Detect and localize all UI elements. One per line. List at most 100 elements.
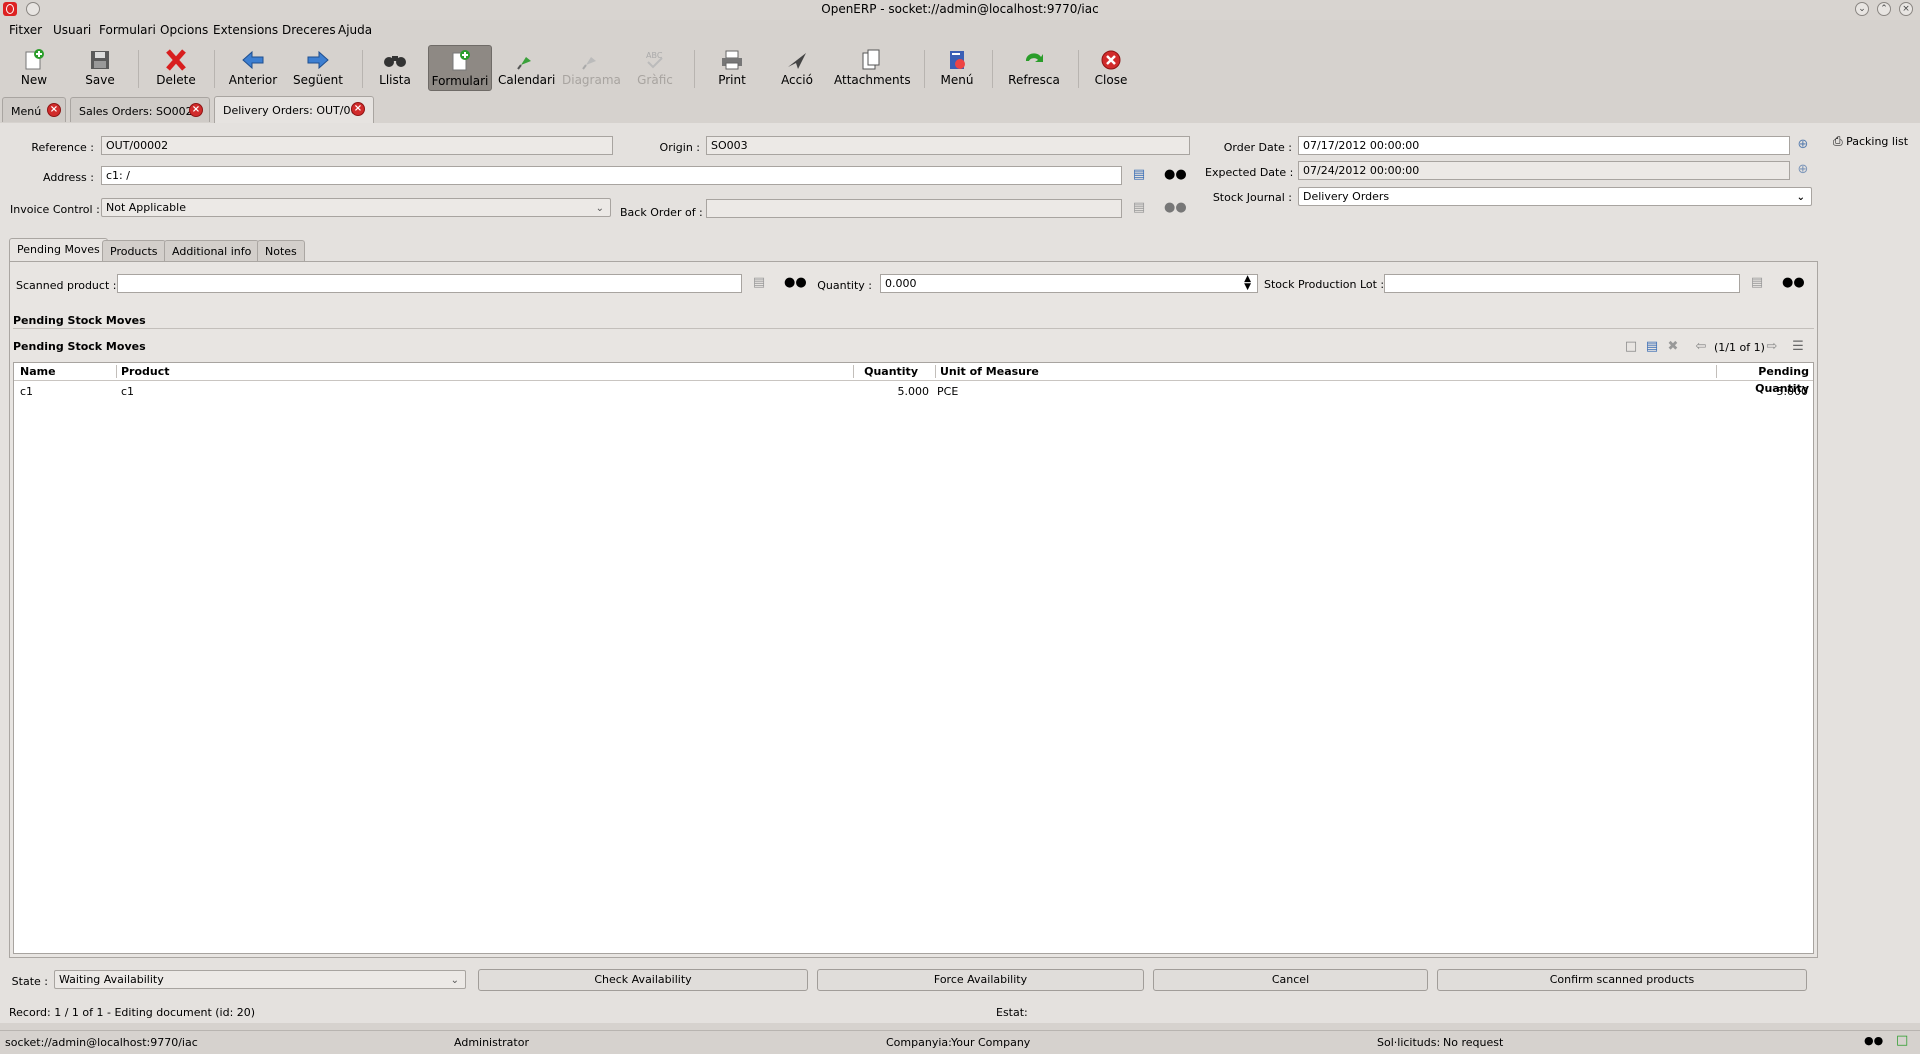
- binoculars-icon: [384, 56, 406, 67]
- list-view-button[interactable]: Llista: [374, 45, 416, 91]
- origin-field[interactable]: SO003: [706, 136, 1190, 155]
- diagram-view-button[interactable]: Diagrama: [562, 45, 621, 91]
- column-quantity[interactable]: Quantity: [858, 363, 918, 380]
- expected-date-field[interactable]: 07/24/2012 00:00:00: [1298, 161, 1790, 180]
- stock-journal-select[interactable]: Delivery Orders ⌄: [1298, 187, 1812, 206]
- window-title: OpenERP - socket://admin@localhost:9770/…: [821, 2, 1099, 16]
- search-binoculars-icon[interactable]: ●●: [1782, 275, 1805, 291]
- column-pending-quantity[interactable]: Pending Quantity: [1721, 363, 1809, 395]
- origin-label: Origin :: [659, 141, 700, 154]
- tab-menu[interactable]: Menú ×: [2, 97, 66, 122]
- packing-list-button[interactable]: ⎙ Packing list: [1833, 134, 1908, 149]
- edit-line-icon[interactable]: ▤: [1643, 339, 1661, 355]
- column-separator: [935, 365, 936, 378]
- previous-button[interactable]: Anterior: [228, 45, 278, 91]
- close-tab-icon[interactable]: ×: [351, 102, 365, 116]
- address-field[interactable]: c1: /: [101, 166, 1122, 185]
- expected-date-label: Expected Date :: [1205, 166, 1294, 179]
- search-binoculars-icon[interactable]: ●●: [1864, 1034, 1883, 1047]
- status-bar: socket://admin@localhost:9770/iac Admini…: [0, 1030, 1920, 1054]
- tab-notes[interactable]: Notes: [257, 240, 305, 262]
- stock-journal-value: Delivery Orders: [1303, 190, 1390, 203]
- open-record-icon[interactable]: ▤: [1130, 200, 1148, 216]
- menu-usuari[interactable]: Usuari: [53, 23, 91, 37]
- section-title: Pending Stock Moves: [13, 314, 146, 327]
- column-unit-of-measure[interactable]: Unit of Measure: [940, 363, 1039, 380]
- chevron-down-icon: ⌄: [1796, 192, 1805, 203]
- new-request-icon[interactable]: □: [1896, 1033, 1908, 1048]
- force-availability-button[interactable]: Force Availability: [817, 969, 1144, 991]
- confirm-scanned-products-button[interactable]: Confirm scanned products: [1437, 969, 1807, 991]
- company-name: Your Company: [951, 1036, 1031, 1049]
- check-availability-button[interactable]: Check Availability: [478, 969, 808, 991]
- table-row[interactable]: c1 c1 5.000 PCE 5.000: [14, 381, 1813, 401]
- cancel-button[interactable]: Cancel: [1153, 969, 1428, 991]
- search-binoculars-icon[interactable]: ●●: [1164, 167, 1187, 183]
- date-picker-icon[interactable]: ⊕: [1794, 137, 1812, 153]
- print-button[interactable]: Print: [712, 45, 752, 91]
- delete-icon: [166, 49, 186, 71]
- toolbar-separator: [214, 50, 215, 88]
- refresh-icon: [1025, 53, 1043, 62]
- calendar-view-button[interactable]: Calendari: [498, 45, 555, 91]
- new-line-icon[interactable]: □: [1622, 339, 1640, 355]
- invoice-control-select[interactable]: Not Applicable ⌄: [101, 198, 611, 217]
- search-binoculars-icon[interactable]: ●●: [784, 275, 807, 291]
- diagram-icon: [582, 57, 596, 70]
- new-button[interactable]: New: [14, 45, 54, 91]
- tab-additional-info[interactable]: Additional info: [164, 240, 260, 262]
- close-tab-icon[interactable]: ×: [47, 103, 61, 117]
- menu-opcions[interactable]: Opcions: [160, 23, 208, 37]
- date-picker-icon[interactable]: ⊕: [1794, 162, 1812, 178]
- menu-extensions[interactable]: Extensions: [213, 23, 278, 37]
- menu-formulari[interactable]: Formulari: [99, 23, 156, 37]
- tab-pending-moves[interactable]: Pending Moves: [9, 238, 108, 261]
- tab-products[interactable]: Products: [102, 240, 166, 262]
- pending-moves-grid: Name Product Quantity Unit of Measure Pe…: [13, 362, 1814, 954]
- save-button[interactable]: Save: [80, 45, 120, 91]
- order-date-field[interactable]: 07/17/2012 00:00:00: [1298, 136, 1790, 155]
- column-separator: [116, 365, 117, 378]
- row-product: c1: [121, 385, 135, 398]
- reference-field[interactable]: OUT/00002: [101, 136, 613, 155]
- menu-dreceres[interactable]: Dreceres: [282, 23, 336, 37]
- tab-sales-orders[interactable]: Sales Orders: SO002 ×: [70, 97, 210, 122]
- minimize-icon[interactable]: ⌄: [1855, 2, 1869, 16]
- previous-page-icon[interactable]: ⇦: [1692, 339, 1710, 355]
- graph-view-button[interactable]: ABC Gràfic: [634, 45, 676, 91]
- delete-button[interactable]: Delete: [155, 45, 197, 91]
- chevron-down-icon: ⌄: [595, 203, 604, 214]
- search-binoculars-icon[interactable]: ●●: [1164, 200, 1187, 216]
- close-window-icon[interactable]: ×: [1899, 2, 1913, 16]
- lot-label: Stock Production Lot :: [1264, 278, 1385, 291]
- column-separator: [853, 365, 854, 378]
- back-order-field[interactable]: [706, 199, 1122, 218]
- open-record-icon[interactable]: ▤: [1748, 275, 1766, 291]
- state-select[interactable]: Waiting Availability ⌄: [54, 970, 466, 989]
- lot-field[interactable]: [1384, 274, 1740, 293]
- stock-journal-label: Stock Journal :: [1212, 191, 1292, 204]
- attachments-button[interactable]: Attachments: [834, 45, 911, 91]
- scanned-product-field[interactable]: [117, 274, 742, 293]
- toolbar: New Save Delete Anterior Següent Llista …: [0, 42, 1920, 94]
- form-view-button[interactable]: Formulari: [428, 45, 492, 91]
- column-product[interactable]: Product: [121, 363, 170, 380]
- tab-delivery-orders[interactable]: Delivery Orders: OUT/00 ×: [214, 96, 374, 123]
- maximize-icon[interactable]: ⌃: [1877, 2, 1891, 16]
- menu-button[interactable]: Menú: [938, 45, 976, 91]
- action-button[interactable]: Acció: [778, 45, 816, 91]
- delete-line-icon[interactable]: ✖: [1664, 339, 1682, 355]
- open-record-icon[interactable]: ▤: [750, 275, 768, 291]
- next-page-icon[interactable]: ⇨: [1763, 339, 1781, 355]
- close-button[interactable]: Close: [1092, 45, 1130, 91]
- column-name[interactable]: Name: [20, 363, 56, 380]
- next-button[interactable]: Següent: [292, 45, 344, 91]
- spin-arrows-icon[interactable]: ▲ ▼: [1244, 275, 1251, 292]
- refresh-button[interactable]: Refresca: [1006, 45, 1062, 91]
- switch-view-icon[interactable]: ☰: [1789, 339, 1807, 355]
- quantity-stepper[interactable]: 0.000 ▲ ▼: [880, 274, 1258, 293]
- menu-ajuda[interactable]: Ajuda: [338, 23, 372, 37]
- menu-fitxer[interactable]: Fitxer: [9, 23, 42, 37]
- open-record-icon[interactable]: ▤: [1130, 167, 1148, 183]
- close-tab-icon[interactable]: ×: [189, 103, 203, 117]
